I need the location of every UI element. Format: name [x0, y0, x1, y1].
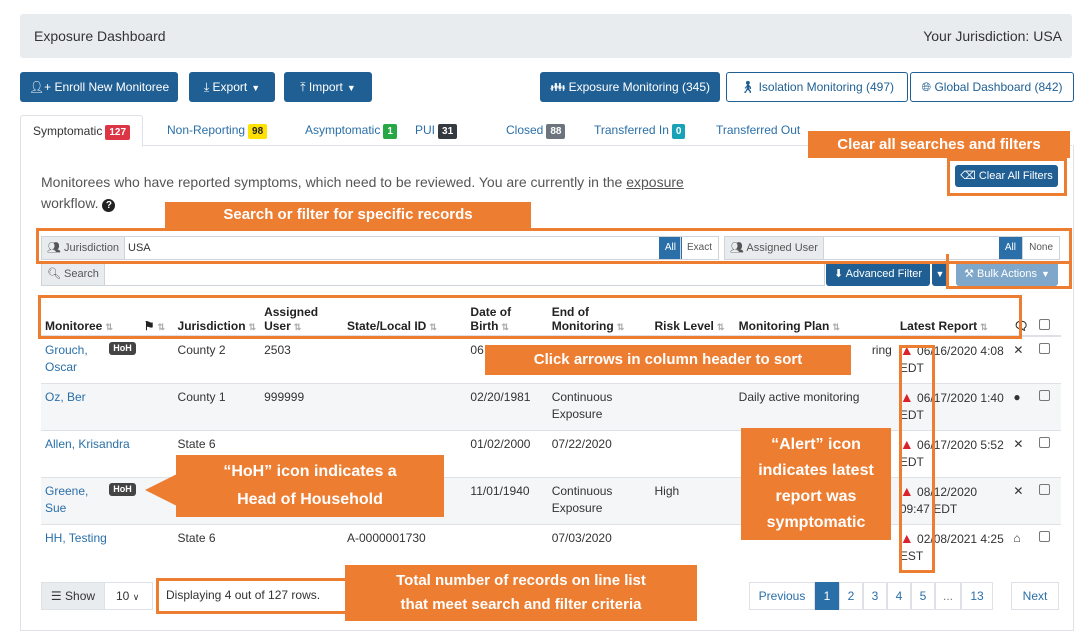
chevron-down-icon: ∨	[132, 592, 140, 602]
no-comment-icon: ✕	[1013, 343, 1024, 357]
count-badge: 1	[383, 124, 397, 139]
row-checkbox[interactable]	[1039, 390, 1051, 401]
advanced-filter-button[interactable]: ⬇︎ Advanced Filter	[826, 262, 930, 286]
arrow-left-icon	[145, 474, 177, 506]
tab-symptomatic[interactable]: Symptomatic 127	[20, 115, 144, 147]
count-badge: 127	[105, 125, 131, 140]
monitoree-link[interactable]: Allen, Krisandra	[45, 437, 130, 451]
row-checkbox[interactable]	[1039, 531, 1051, 542]
tab-transferred-out[interactable]: Transferred Out	[716, 115, 800, 145]
enroll-button[interactable]: 👤︎+ Enroll New Monitoree	[20, 72, 178, 102]
search-label: 🔍︎ Search	[42, 263, 105, 285]
search-bar: 🔍︎ Search	[41, 262, 825, 286]
dashboard-header: Exposure Dashboard Your Jurisdiction: US…	[20, 14, 1072, 58]
ellipsis: ...	[935, 582, 961, 610]
tab-transferred-in[interactable]: Transferred In 0	[594, 115, 686, 145]
search-icon: 🔍︎	[47, 268, 61, 280]
page-1-button[interactable]: 1	[815, 582, 839, 610]
global-dashboard-button[interactable]: 🌐︎ Global Dashboard (842)	[910, 72, 1074, 102]
tab-pui[interactable]: PUI 31	[415, 115, 458, 145]
globe-icon: 🌐︎	[921, 80, 932, 94]
callout-box	[946, 254, 1072, 289]
comment-icon: ●	[1013, 390, 1021, 404]
callout-search: Search or filter for specific records	[165, 202, 531, 228]
callout-box	[899, 345, 935, 573]
page-title: Exposure Dashboard	[34, 28, 166, 44]
per-page-select[interactable]: 10 ∨	[116, 583, 139, 610]
monitoree-link[interactable]: Oz, Ber	[45, 390, 86, 404]
hoh-icon: HoH	[109, 483, 136, 496]
count-badge: 98	[248, 124, 268, 139]
download-icon: ⤓	[203, 80, 210, 94]
row-checkbox[interactable]	[1039, 484, 1051, 495]
callout-box	[947, 158, 1067, 196]
no-comment-icon: ✕	[1013, 484, 1024, 498]
callout-box	[156, 578, 348, 614]
import-button[interactable]: ⤒ Import ▼	[284, 72, 372, 102]
page-2-button[interactable]: 2	[839, 582, 863, 610]
caret-down-icon: ▼	[346, 83, 356, 93]
page-3-button[interactable]: 3	[863, 582, 887, 610]
callout-clear: Clear all searches and filters	[808, 131, 1070, 158]
monitoree-link[interactable]: HH, Testing	[45, 531, 107, 545]
monitoree-link[interactable]: Greene, Sue	[45, 484, 88, 515]
callout-box	[38, 295, 1022, 339]
upload-icon: ⤒	[300, 80, 306, 94]
select-all-checkbox[interactable]	[1039, 319, 1051, 330]
callout-alert: “Alert” icon indicates latest report was sy…	[741, 428, 891, 540]
page-size-control: ☰ Show 10 ∨	[41, 582, 153, 610]
callout-sort: Click arrows in column header to sort	[485, 345, 851, 375]
page-5-button[interactable]: 5	[911, 582, 935, 610]
workflow-link[interactable]: exposure	[626, 174, 684, 190]
page-13-button[interactable]: 13	[961, 582, 993, 610]
search-input[interactable]	[104, 263, 824, 285]
count-badge: 0	[671, 124, 686, 139]
previous-page-button[interactable]: Previous	[749, 582, 815, 610]
tab-closed[interactable]: Closed 88	[506, 115, 566, 145]
no-comment-icon: ✕	[1013, 437, 1024, 451]
isolation-monitoring-button[interactable]: 🚶︎ Isolation Monitoring (497)	[726, 72, 908, 102]
person-icon: 🚶︎	[740, 80, 756, 94]
callout-total: Total number of records on line list that…	[345, 565, 697, 621]
tab-asymptomatic[interactable]: Asymptomatic 1	[305, 115, 397, 145]
page-4-button[interactable]: 4	[887, 582, 911, 610]
add-user-icon: 👤︎+	[28, 80, 52, 94]
row-checkbox[interactable]	[1039, 343, 1051, 354]
next-page-button[interactable]: Next	[1011, 582, 1059, 610]
col-select[interactable]	[1035, 297, 1061, 337]
count-badge: 31	[438, 124, 458, 139]
help-icon[interactable]: ?	[102, 199, 116, 212]
caret-down-icon: ▼	[251, 83, 261, 93]
callout-box	[36, 228, 1072, 264]
exposure-monitoring-button[interactable]: 👪︎ Exposure Monitoring (345)	[540, 72, 720, 102]
show-label: ☰ Show	[42, 583, 105, 609]
list-icon: ☰	[50, 589, 62, 603]
household-icon: ⌂	[1013, 531, 1021, 545]
caret-down-icon: ▼	[935, 269, 945, 279]
count-badge: 88	[546, 124, 566, 139]
row-checkbox[interactable]	[1039, 437, 1051, 448]
people-icon: 👪︎	[550, 80, 566, 94]
monitoree-link[interactable]: Grouch, Oscar	[45, 343, 88, 374]
tab-non-reporting[interactable]: Non-Reporting 98	[167, 115, 268, 145]
callout-hoh: “HoH” icon indicates a Head of Household	[176, 455, 444, 517]
export-button[interactable]: ⤓ Export ▼	[189, 72, 275, 102]
jurisdiction-label: Your Jurisdiction: USA	[923, 28, 1062, 44]
hoh-icon: HoH	[109, 342, 136, 355]
filter-icon: ⬇︎	[833, 268, 844, 280]
